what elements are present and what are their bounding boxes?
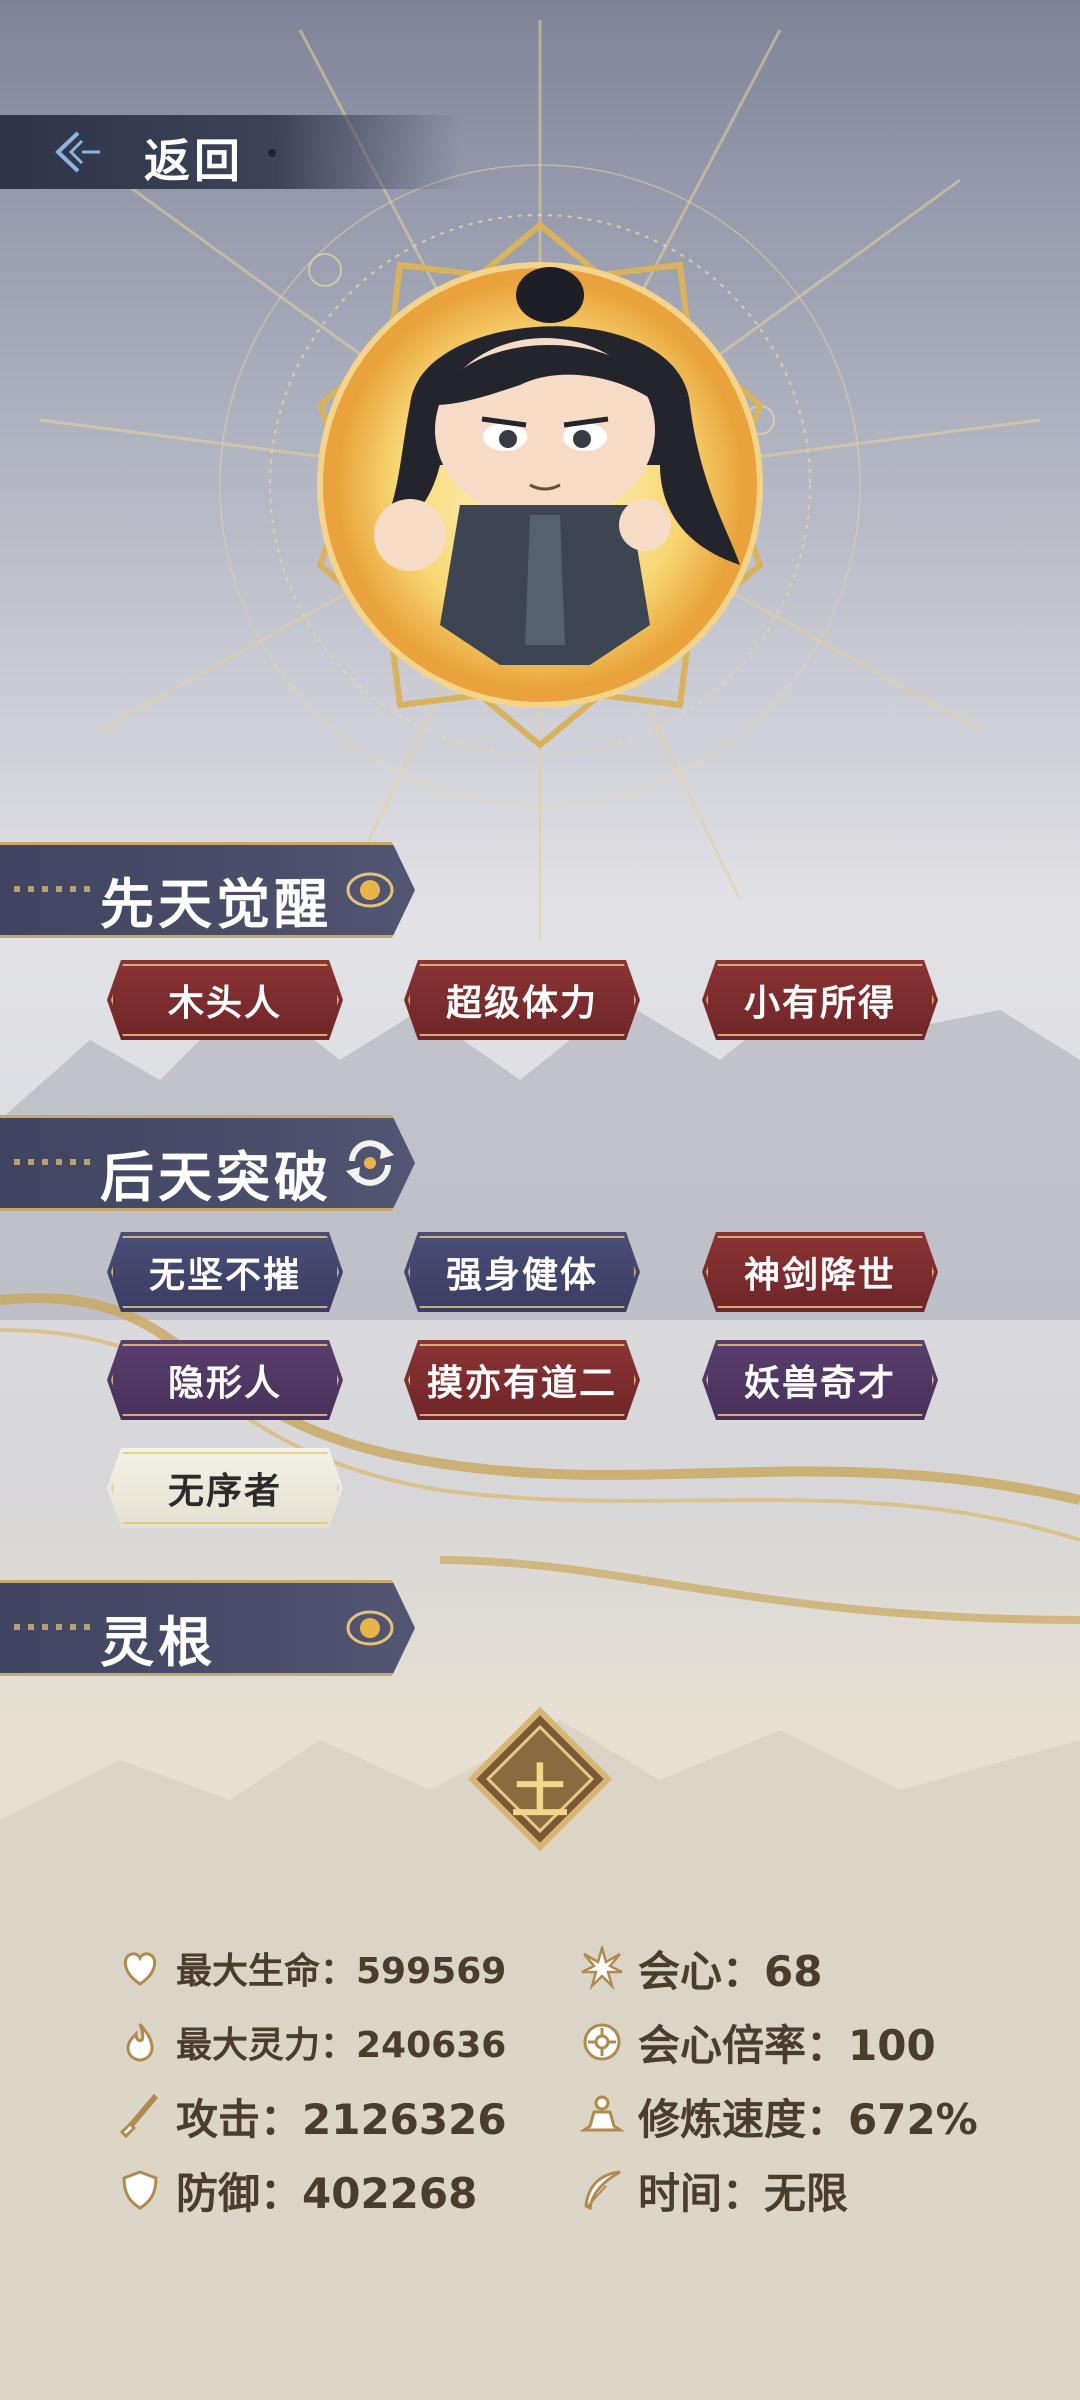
- stat-attack: 攻击：2126326: [118, 2088, 507, 2144]
- stat-crit-rate: 会心倍率：100: [580, 2014, 936, 2070]
- acquired-tag[interactable]: 摸亦有道二: [404, 1340, 640, 1420]
- back-bar[interactable]: 返回: [0, 115, 460, 189]
- acquired-tag[interactable]: 隐形人: [107, 1340, 343, 1420]
- back-dot: [268, 149, 276, 157]
- decorative-dots: [14, 1624, 94, 1630]
- flame-icon: [126, 2023, 154, 2062]
- stat-max-mana: 最大灵力：240636: [118, 2014, 506, 2070]
- refresh-icon[interactable]: [342, 1139, 398, 1187]
- section-header-acquired: 后天突破: [0, 1115, 430, 1211]
- innate-tag[interactable]: 超级体力: [404, 960, 640, 1040]
- acquired-tag[interactable]: 强身健体: [404, 1232, 640, 1312]
- orb-emblem-icon: [346, 1610, 394, 1646]
- stat-time: 时间：无限: [580, 2162, 848, 2218]
- section-title-acquired: 后天突破: [100, 1146, 332, 1209]
- character-avatar[interactable]: [260, 205, 820, 765]
- section-header-innate: 先天觉醒: [0, 842, 430, 938]
- decorative-dots: [14, 886, 94, 892]
- acquired-tag[interactable]: 无序者: [107, 1448, 343, 1528]
- sword-icon: [119, 2094, 159, 2138]
- target-icon: [583, 2023, 621, 2061]
- decorative-dots: [14, 1159, 94, 1165]
- acquired-tag[interactable]: 神剑降世: [702, 1232, 938, 1312]
- section-header-spirit-root: 灵根: [0, 1580, 430, 1676]
- element-glyph: 土: [510, 1758, 569, 1826]
- shield-icon: [122, 2170, 158, 2210]
- acquired-tag[interactable]: 无坚不摧: [107, 1232, 343, 1312]
- stat-max-hp: 最大生命：599569: [118, 1940, 506, 1996]
- stat-cultivation-speed: 修炼速度：672%: [580, 2088, 978, 2144]
- meditation-icon: [580, 2095, 624, 2132]
- feather-icon: [584, 2170, 621, 2211]
- section-title-innate: 先天觉醒: [100, 873, 332, 936]
- heart-icon: [123, 1952, 157, 1986]
- innate-tag[interactable]: 小有所得: [702, 960, 938, 1040]
- game-screen: 返回 先天觉醒 木头人 超级体力 小有所得 后天突破 无坚不摧 强身健体 神剑降…: [0, 0, 1080, 2400]
- burst-icon: [581, 1946, 623, 1990]
- earth-element-badge[interactable]: 土: [468, 1707, 612, 1851]
- acquired-tag[interactable]: 妖兽奇才: [702, 1340, 938, 1420]
- back-arrow-icon: [55, 131, 100, 173]
- stat-defense: 防御：402268: [118, 2162, 477, 2218]
- innate-tag[interactable]: 木头人: [107, 960, 343, 1040]
- stat-crit: 会心：68: [580, 1940, 822, 1996]
- back-button[interactable]: 返回: [144, 125, 244, 191]
- section-title-spirit-root: 灵根: [100, 1611, 216, 1674]
- orb-emblem-icon: [346, 872, 394, 908]
